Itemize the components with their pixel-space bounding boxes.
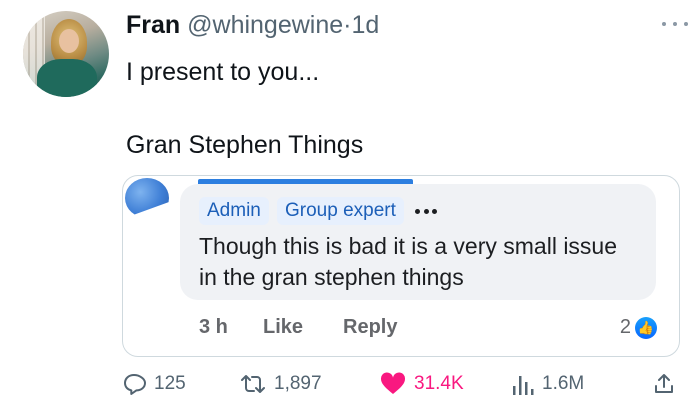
comment-more-icon [415, 209, 437, 215]
repost-icon [241, 375, 265, 393]
share-button[interactable] [652, 372, 676, 396]
avatar-face [59, 29, 79, 53]
display-name[interactable]: Fran [126, 11, 180, 39]
tweet-text-line-1: I present to you... [126, 58, 320, 86]
embedded-screenshot[interactable]: Admin Group expert Though this is bad it… [122, 175, 680, 357]
tweet-text-line-2: Gran Stephen Things [126, 131, 364, 159]
comment-text: Though this is bad it is a very small is… [199, 233, 618, 290]
views-button[interactable]: 1.6M [512, 372, 584, 396]
comment-reaction: 2 👍 [620, 316, 657, 339]
views-chart-icon [513, 376, 534, 395]
group-expert-badge: Group expert [277, 197, 404, 225]
separator-dot: · [343, 11, 352, 39]
commenter-avatar [125, 178, 169, 218]
comment-time: 3 h [199, 316, 228, 338]
avatar-body [37, 59, 97, 97]
comment-reply-label: Reply [343, 316, 398, 338]
heart-icon [380, 372, 406, 394]
views-count: 1.6M [542, 373, 585, 394]
repost-count: 1,897 [274, 373, 322, 394]
like-count: 31.4K [414, 373, 464, 394]
more-options-icon[interactable] [662, 20, 688, 28]
thumbs-up-icon: 👍 [635, 316, 657, 339]
reply-icon [124, 374, 146, 395]
tweet-header: Fran @whingewine·1d [126, 10, 379, 40]
admin-badge: Admin [199, 197, 269, 225]
avatar[interactable] [23, 11, 109, 97]
user-handle[interactable]: @whingewine [187, 11, 343, 39]
reply-count: 125 [154, 373, 186, 394]
repost-button[interactable]: 1,897 [240, 372, 322, 396]
share-icon [655, 374, 673, 393]
reaction-count: 2 [619, 316, 631, 338]
comment-actions: 3 h Like Reply [199, 316, 397, 339]
like-button[interactable]: 31.4K [380, 372, 464, 396]
reply-button[interactable]: 125 [122, 372, 186, 396]
comment-like-label: Like [263, 316, 304, 338]
tweet-actions-bar: 125 1,897 31.4K 1.6M [0, 368, 700, 402]
tweet-time[interactable]: 1d [352, 11, 380, 39]
